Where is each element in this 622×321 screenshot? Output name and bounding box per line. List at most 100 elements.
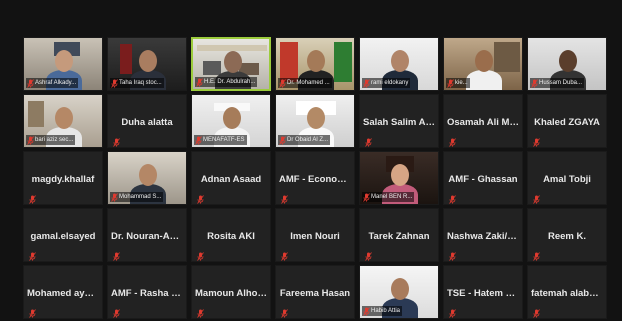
participant-name: rami eldokany (371, 80, 409, 86)
participant-name: fatemah alabdu... (531, 288, 606, 299)
participant-name: Dr Obaid Al Z... (287, 137, 329, 143)
participant-tile[interactable]: AMF - Economic (275, 151, 355, 205)
participant-head (223, 107, 241, 129)
participant-tile[interactable]: Adnan Asaad (191, 151, 271, 205)
participant-name: AMF - Ghassan (448, 174, 518, 185)
participant-tile[interactable]: Habib Attia (359, 265, 439, 319)
participant-tile[interactable]: gamal.elsayed (23, 208, 103, 262)
participant-name: Duha alatta (121, 117, 173, 128)
muted-mic-icon (281, 191, 288, 204)
participant-name: TSE - Hatem Be... (447, 288, 522, 299)
participant-tile[interactable]: Nashwa Zaki/ In... (443, 208, 523, 262)
participant-tile[interactable]: Ashraf Alkady... (23, 37, 103, 91)
participant-tile[interactable]: Mohamed ayyad (23, 265, 103, 319)
muted-mic-icon (363, 78, 370, 88)
muted-mic-icon (195, 135, 202, 145)
participant-tile[interactable]: MENAFATF-ES (191, 94, 271, 148)
participant-tile[interactable]: kie... (443, 37, 523, 91)
background-object (203, 61, 221, 75)
participant-tile[interactable]: Amal Tobji (527, 151, 607, 205)
muted-mic-icon (449, 305, 456, 318)
muted-mic-icon (27, 78, 34, 88)
muted-mic-icon (197, 248, 204, 261)
muted-mic-icon (363, 306, 370, 316)
participant-name: bari aziz sec... (35, 137, 74, 143)
participant-name: Khaled ZGAYA (534, 117, 600, 128)
participant-tile[interactable]: Mamoun Alhom... (191, 265, 271, 319)
participant-name: AMF - Economic (279, 174, 354, 185)
participant-name-tag: H.E. Dr. Abdulrah... (195, 77, 258, 87)
participant-name: Imen Nouri (290, 231, 340, 242)
participant-name: AMF - Rasha El... (111, 288, 186, 299)
participant-tile[interactable]: Reem K. (527, 208, 607, 262)
participant-name: Reem K. (547, 231, 586, 242)
participant-name-tag: Mohammad S... (110, 192, 164, 202)
participant-head (391, 164, 409, 186)
background-object (280, 42, 298, 82)
participant-tile[interactable]: Manel BEN R... (359, 151, 439, 205)
muted-mic-icon (111, 192, 118, 202)
muted-mic-icon (113, 248, 120, 261)
muted-mic-icon (29, 305, 36, 318)
participant-tile[interactable]: AMF - Rasha El... (107, 265, 187, 319)
participant-tile[interactable]: Osamah Ali Mo... (443, 94, 523, 148)
participant-tile[interactable]: fatemah alabdu... (527, 265, 607, 319)
participant-tile[interactable]: Dr Obaid Al Z... (275, 94, 355, 148)
participant-name-tag: Taha Iraq stoc... (110, 78, 164, 88)
participant-name: Salah Salim Al-T... (363, 117, 438, 128)
participant-tile[interactable]: Dr. Nouran-AMF (107, 208, 187, 262)
participant-head (139, 50, 157, 72)
participant-head (391, 50, 409, 72)
muted-mic-icon (197, 191, 204, 204)
participant-tile[interactable]: Fareema Hasan (275, 265, 355, 319)
participant-name: Fareema Hasan (279, 288, 351, 299)
participant-tile[interactable]: H.E. Dr. Abdulrah... (191, 37, 271, 91)
participant-name: Mohammad S... (119, 194, 162, 200)
muted-mic-icon (449, 248, 456, 261)
participant-tile[interactable]: TSE - Hatem Be... (443, 265, 523, 319)
participant-tile[interactable]: Mohammad S... (107, 151, 187, 205)
participant-name-tag: Ashraf Alkady... (26, 78, 79, 88)
participant-tile[interactable]: rami eldokany (359, 37, 439, 91)
participant-tile[interactable]: Rosita AKI (191, 208, 271, 262)
muted-mic-icon (365, 248, 372, 261)
participant-name: Hussam Duba... (539, 80, 583, 86)
participant-tile[interactable]: Imen Nouri (275, 208, 355, 262)
participant-name-tag: Hussam Duba... (530, 78, 585, 88)
muted-mic-icon (29, 248, 36, 261)
participant-tile[interactable]: Duha alatta (107, 94, 187, 148)
muted-mic-icon (113, 305, 120, 318)
participant-name: Adnan Asaad (200, 174, 262, 185)
muted-mic-icon (279, 78, 286, 88)
muted-mic-icon (196, 77, 203, 87)
participant-tile[interactable]: Salah Salim Al-T... (359, 94, 439, 148)
participant-head (391, 278, 409, 300)
participant-tile[interactable]: bari aziz sec... (23, 94, 103, 148)
participant-name: MENAFATF-ES (203, 137, 245, 143)
participant-tile[interactable]: Dr. Mohamed ... (275, 37, 355, 91)
participant-name: Nashwa Zaki/ In... (447, 231, 522, 242)
participant-head (224, 51, 242, 73)
participant-name: Habib Attia (371, 308, 401, 314)
participant-name: Mohamed ayyad (27, 288, 101, 299)
participant-tile[interactable]: AMF - Ghassan (443, 151, 523, 205)
participant-tile[interactable]: Tarek Zahnan (359, 208, 439, 262)
muted-mic-icon (449, 191, 456, 204)
participant-gallery: Ashraf Alkady... Taha Iraq stoc... H.E. Dr… (23, 37, 609, 319)
participant-name-tag: Dr. Mohamed ... (278, 78, 332, 88)
muted-mic-icon (281, 305, 288, 318)
participant-head (55, 107, 73, 129)
participant-tile[interactable]: Khaled ZGAYA (527, 94, 607, 148)
participant-tile[interactable]: magdy.khallaf (23, 151, 103, 205)
participant-name-tag: bari aziz sec... (26, 135, 76, 145)
participant-name-tag: Manel BEN R... (362, 192, 415, 202)
muted-mic-icon (533, 134, 540, 147)
muted-mic-icon (533, 305, 540, 318)
participant-tile[interactable]: Taha Iraq stoc... (107, 37, 187, 91)
participant-name: Dr. Mohamed ... (287, 80, 330, 86)
muted-mic-icon (449, 134, 456, 147)
participant-name: Taha Iraq stoc... (119, 80, 162, 86)
participant-name-tag: MENAFATF-ES (194, 135, 247, 145)
participant-tile[interactable]: Hussam Duba... (527, 37, 607, 91)
participant-name: Rosita AKI (207, 231, 255, 242)
